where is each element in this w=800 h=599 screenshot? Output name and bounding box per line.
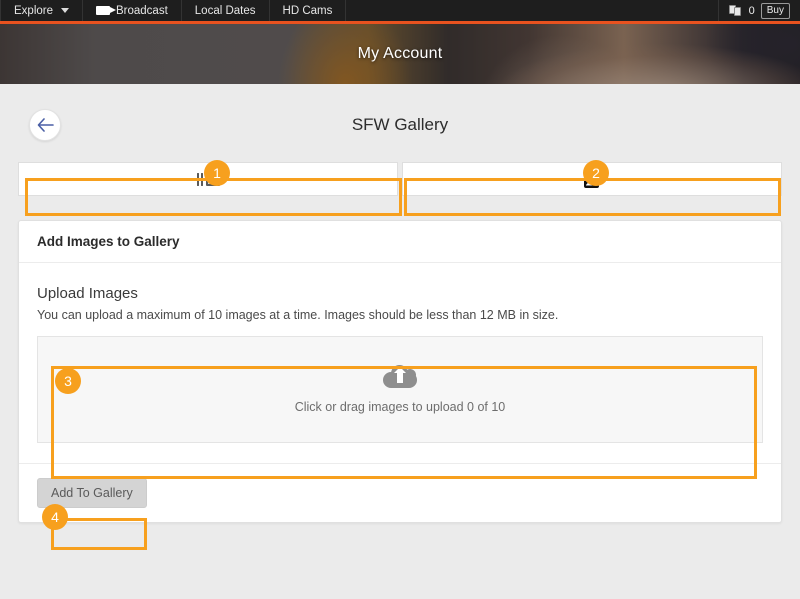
nav-item-explore[interactable]: Explore	[0, 0, 83, 21]
gallery-tabs	[18, 162, 782, 196]
add-images-tab[interactable]	[402, 162, 782, 196]
credits-group: 0 Buy	[717, 0, 800, 21]
nav-item-local-dates[interactable]: Local Dates	[182, 0, 270, 21]
nav-item-hd-cams[interactable]: HD Cams	[270, 0, 347, 21]
add-to-gallery-button[interactable]: Add To Gallery	[37, 478, 147, 508]
card-body: Upload Images You can upload a maximum o…	[19, 263, 781, 463]
nav-hd-cams-label: HD Cams	[282, 4, 333, 17]
arrow-left-icon	[37, 118, 54, 132]
top-navigation-bar: Explore Broadcast Local Dates HD Cams 0 …	[0, 0, 800, 24]
page-content: SFW Gallery Add Images to Gallery Upload…	[0, 106, 800, 523]
nav-local-dates-label: Local Dates	[194, 4, 256, 17]
nav-item-broadcast[interactable]: Broadcast	[83, 0, 182, 21]
gallery-images-icon	[196, 172, 220, 186]
nav-broadcast-label: Broadcast	[116, 4, 168, 17]
card-header: Add Images to Gallery	[19, 221, 781, 263]
video-camera-icon	[96, 6, 116, 15]
add-images-card: Add Images to Gallery Upload Images You …	[18, 220, 782, 523]
nav-explore-label: Explore	[14, 4, 53, 17]
banner-title: My Account	[357, 45, 443, 62]
credit-count: 0	[748, 4, 755, 17]
upload-section-description: You can upload a maximum of 10 images at…	[37, 308, 559, 322]
cloud-upload-icon	[383, 365, 417, 388]
page-title: SFW Gallery	[351, 115, 449, 134]
coins-icon	[728, 4, 743, 17]
chevron-down-icon	[61, 8, 69, 13]
gallery-images-tab[interactable]	[18, 162, 398, 196]
account-banner: My Account	[0, 24, 800, 84]
dropzone-text: Click or drag images to upload 0 of 10	[294, 400, 506, 414]
back-button[interactable]	[29, 109, 61, 141]
upload-dropzone[interactable]: Click or drag images to upload 0 of 10	[37, 336, 763, 443]
buy-credits-button[interactable]: Buy	[760, 2, 790, 19]
page-title-row: SFW Gallery	[18, 106, 782, 156]
nav-left-group: Explore Broadcast Local Dates HD Cams	[0, 0, 347, 21]
upload-section-title: Upload Images	[37, 285, 138, 302]
add-image-icon	[583, 169, 602, 188]
card-footer: Add To Gallery	[19, 463, 781, 522]
